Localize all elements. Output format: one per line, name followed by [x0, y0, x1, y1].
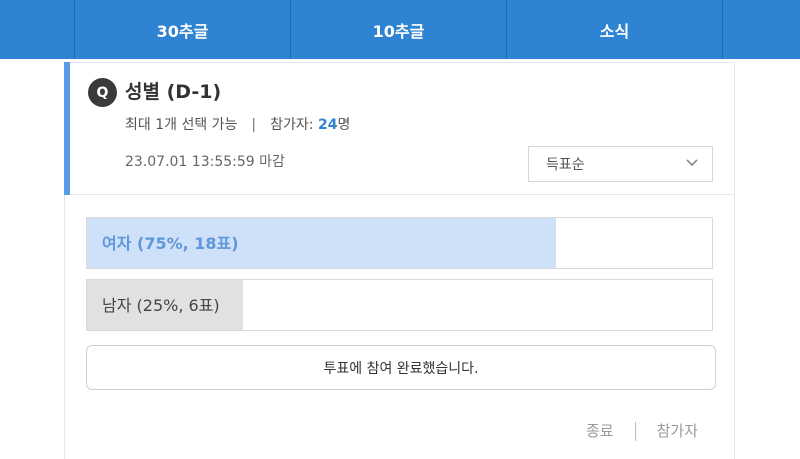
nav-spacer-left — [0, 0, 75, 59]
tab-30chugeul[interactable]: 30추글 — [75, 0, 291, 59]
sort-selected-value: 득표순 — [546, 157, 585, 173]
poll-option-label: 여자 (75%, 18표) — [102, 234, 239, 253]
nav-spacer-right — [723, 0, 800, 59]
footer-divider — [634, 421, 636, 441]
question-badge-icon: Q — [88, 78, 117, 107]
participants-unit: 명 — [337, 117, 351, 133]
poll-card: Q 성별 (D-1) 최대 1개 선택 가능 | 참가자: 24명 23.07.01… — [64, 62, 735, 459]
poll-title: 성별 (D-1) — [125, 81, 222, 103]
poll-option[interactable]: 여자 (75%, 18표) — [86, 217, 713, 269]
sort-dropdown[interactable]: 득표순 — [528, 146, 713, 182]
participants-link[interactable]: 참가자 — [657, 420, 698, 442]
max-select-text: 최대 1개 선택 가능 — [125, 117, 238, 133]
vote-completed-button[interactable]: 투표에 참여 완료했습니다. — [86, 345, 716, 390]
top-navigation: 30추글 10추글 소식 — [0, 0, 800, 59]
participants-count: 24 — [317, 117, 338, 133]
participants-label: 참가자: — [270, 117, 318, 133]
poll-footer-links: 종료 참가자 — [586, 420, 698, 442]
poll-option[interactable]: 남자 (25%, 6표) — [86, 279, 713, 331]
poll-accent-bar — [64, 62, 70, 195]
meta-separator: | — [251, 117, 257, 133]
poll-meta: 최대 1개 선택 가능 | 참가자: 24명 — [125, 115, 350, 135]
chevron-down-icon — [686, 159, 698, 167]
poll-deadline: 23.07.01 13:55:59 마감 — [125, 154, 285, 170]
tab-10chugeul[interactable]: 10추글 — [291, 0, 507, 59]
close-poll-link[interactable]: 종료 — [586, 420, 614, 442]
tab-news[interactable]: 소식 — [507, 0, 723, 59]
poll-option-label: 남자 (25%, 6표) — [102, 296, 220, 315]
poll-header: Q 성별 (D-1) 최대 1개 선택 가능 | 참가자: 24명 23.07.01… — [64, 62, 734, 195]
